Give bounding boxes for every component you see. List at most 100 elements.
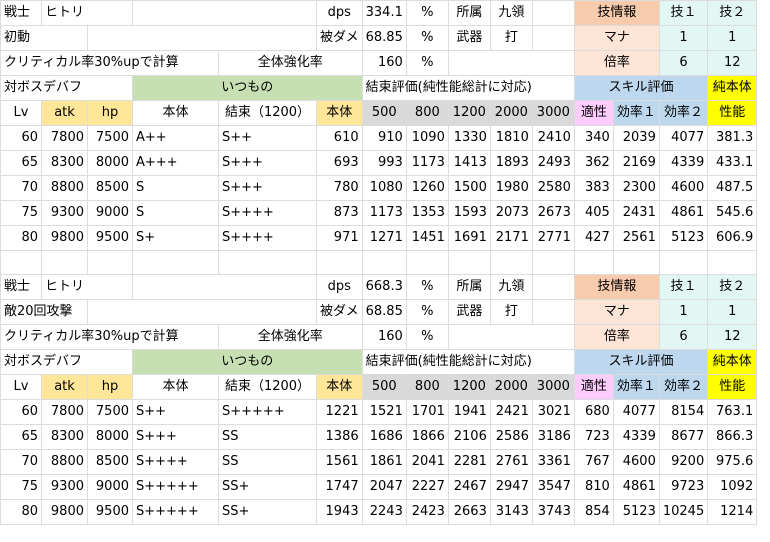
skill-info-header[interactable]: 技情報: [573, 0, 660, 26]
data-cell[interactable]: S+++++: [132, 499, 219, 525]
data-cell[interactable]: A++: [132, 125, 219, 151]
data-cell[interactable]: 975.6: [707, 449, 758, 475]
empty-cell[interactable]: [447, 250, 491, 275]
skill1-multiplier-cell[interactable]: 6: [658, 50, 709, 76]
data-cell[interactable]: 383: [573, 175, 614, 201]
data-cell[interactable]: 1413: [447, 150, 491, 176]
column-header[interactable]: 適性: [573, 374, 614, 400]
data-cell[interactable]: 2586: [489, 424, 533, 450]
damage-taken-value-cell[interactable]: 68.85: [361, 25, 407, 51]
data-cell[interactable]: S++++: [218, 200, 317, 226]
data-cell[interactable]: 2761: [489, 449, 533, 475]
data-cell[interactable]: 405: [573, 200, 614, 226]
critical-note-cell[interactable]: クリティカル率30%upで計算: [0, 50, 219, 76]
column-header[interactable]: 適性: [573, 100, 614, 126]
data-cell[interactable]: SS+: [218, 499, 317, 525]
data-cell[interactable]: 2169: [612, 150, 660, 176]
data-cell[interactable]: 70: [0, 175, 42, 201]
damage-taken-label-cell[interactable]: 被ダメ: [316, 25, 363, 51]
data-cell[interactable]: 4861: [658, 200, 709, 226]
boss-debuff-header[interactable]: 対ボスデバフ: [0, 349, 133, 375]
data-cell[interactable]: SS+: [218, 474, 317, 500]
empty-cell[interactable]: [0, 250, 42, 275]
data-cell[interactable]: 9300: [41, 200, 88, 226]
data-cell[interactable]: 910: [361, 125, 407, 151]
data-cell[interactable]: 2039: [612, 125, 660, 151]
boss-debuff-header[interactable]: 対ボスデバフ: [0, 75, 133, 101]
data-cell[interactable]: 433.1: [707, 150, 758, 176]
column-header[interactable]: 本体: [316, 374, 363, 400]
data-cell[interactable]: 1866: [405, 424, 449, 450]
data-cell[interactable]: 8300: [41, 150, 88, 176]
column-header[interactable]: 500: [361, 100, 407, 126]
data-cell[interactable]: 1330: [447, 125, 491, 151]
data-cell[interactable]: 763.1: [707, 399, 758, 425]
column-header[interactable]: 本体: [132, 100, 219, 126]
empty-cell[interactable]: [132, 250, 219, 275]
data-cell[interactable]: S+++++: [132, 474, 219, 500]
data-cell[interactable]: 1386: [316, 424, 363, 450]
column-header[interactable]: 性能: [707, 100, 758, 126]
data-cell[interactable]: 1260: [405, 175, 449, 201]
data-cell[interactable]: 3361: [531, 449, 575, 475]
empty-cell[interactable]: [531, 250, 575, 275]
skill1-mana-cell[interactable]: 1: [658, 299, 709, 325]
overall-buff-label-cell[interactable]: 全体強化率: [218, 324, 363, 350]
data-cell[interactable]: 1173: [361, 200, 407, 226]
dps-value-cell[interactable]: 668.3: [361, 274, 407, 300]
data-cell[interactable]: 723: [573, 424, 614, 450]
percent-cell[interactable]: %: [405, 25, 449, 51]
data-cell[interactable]: 606.9: [707, 225, 758, 251]
column-header[interactable]: Lv: [0, 100, 42, 126]
column-header[interactable]: atk: [41, 374, 88, 400]
column-header[interactable]: 効率１: [612, 100, 660, 126]
percent-cell[interactable]: %: [405, 274, 449, 300]
skill-info-header[interactable]: 技情報: [573, 274, 660, 300]
data-cell[interactable]: 75: [0, 474, 42, 500]
data-cell[interactable]: 9200: [658, 449, 709, 475]
data-cell[interactable]: 9300: [41, 474, 88, 500]
empty-cell[interactable]: [218, 250, 317, 275]
data-cell[interactable]: 2493: [531, 150, 575, 176]
percent-cell[interactable]: %: [405, 299, 449, 325]
data-cell[interactable]: 680: [573, 399, 614, 425]
column-header[interactable]: 性能: [707, 374, 758, 400]
weapon-value-cell[interactable]: 打: [489, 25, 533, 51]
empty-cell[interactable]: [447, 50, 575, 76]
data-cell[interactable]: 8500: [87, 449, 133, 475]
empty-cell[interactable]: [87, 299, 317, 325]
character-name-cell[interactable]: ヒトリ: [41, 274, 133, 300]
percent-cell[interactable]: %: [405, 50, 449, 76]
data-cell[interactable]: 2431: [612, 200, 660, 226]
percent-cell[interactable]: %: [405, 0, 449, 26]
column-header[interactable]: atk: [41, 100, 88, 126]
bond-eval-header[interactable]: 結束評価(純性能総計に対応): [361, 75, 575, 101]
data-cell[interactable]: 2580: [531, 175, 575, 201]
data-cell[interactable]: 780: [316, 175, 363, 201]
weapon-label-cell[interactable]: 武器: [447, 25, 491, 51]
multiplier-label-cell[interactable]: 倍率: [573, 50, 660, 76]
empty-cell[interactable]: [132, 274, 317, 300]
data-cell[interactable]: 1593: [447, 200, 491, 226]
overall-buff-value-cell[interactable]: 160: [361, 50, 407, 76]
bond-eval-header[interactable]: 結束評価(純性能総計に対応): [361, 349, 575, 375]
data-cell[interactable]: S+: [132, 225, 219, 251]
data-cell[interactable]: S++++: [132, 449, 219, 475]
data-cell[interactable]: 1092: [707, 474, 758, 500]
empty-cell[interactable]: [132, 0, 317, 26]
data-cell[interactable]: 2106: [447, 424, 491, 450]
empty-cell[interactable]: [361, 250, 407, 275]
data-cell[interactable]: S: [132, 200, 219, 226]
mana-label-cell[interactable]: マナ: [573, 299, 660, 325]
skill2-mana-cell[interactable]: 1: [707, 25, 758, 51]
column-header[interactable]: 本体: [316, 100, 363, 126]
skill1-header[interactable]: 技１: [658, 274, 709, 300]
data-cell[interactable]: 60: [0, 125, 42, 151]
data-cell[interactable]: 8300: [41, 424, 88, 450]
data-cell[interactable]: 1500: [447, 175, 491, 201]
mana-label-cell[interactable]: マナ: [573, 25, 660, 51]
data-cell[interactable]: 2243: [361, 499, 407, 525]
affiliation-value-cell[interactable]: 九領: [489, 274, 533, 300]
column-header[interactable]: 結束（1200）: [218, 374, 317, 400]
data-cell[interactable]: 1221: [316, 399, 363, 425]
